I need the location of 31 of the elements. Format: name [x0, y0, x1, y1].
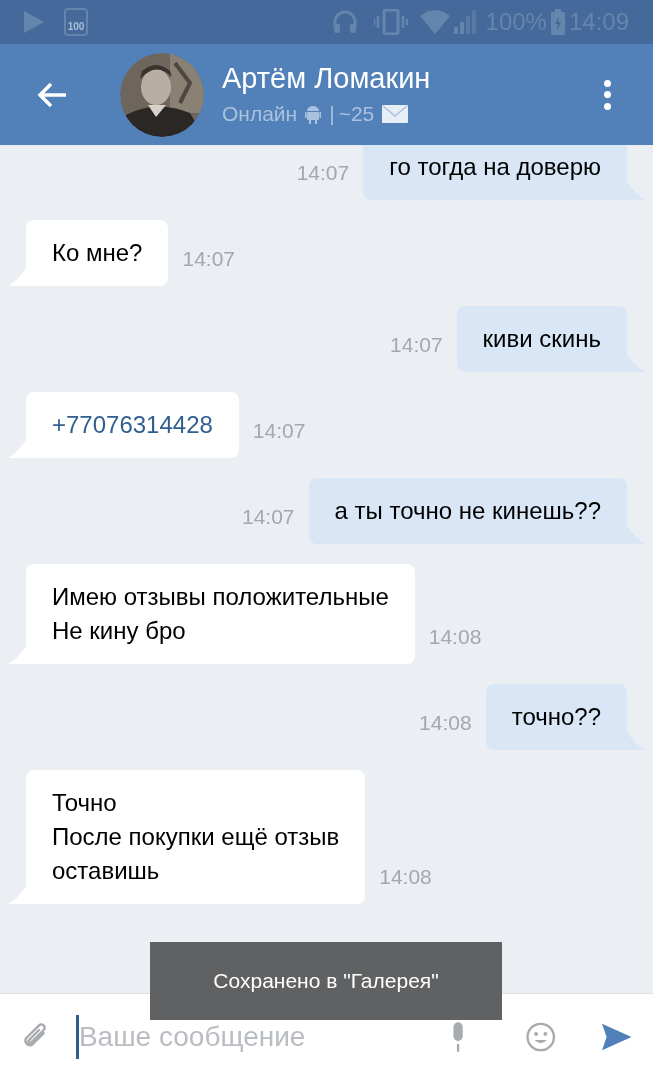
play-icon: [24, 11, 44, 33]
message-text: Точно После покупки ещё отзыв оставишь: [52, 788, 340, 886]
message-time: 14:08: [419, 709, 472, 736]
message-text: точно??: [511, 702, 601, 732]
wifi-icon: [419, 10, 450, 34]
message-text: го тогда на доверю: [389, 152, 601, 182]
message-time: 14:07: [390, 331, 443, 358]
online-status: Онлайн: [222, 100, 298, 127]
badge-text: 100: [67, 22, 85, 32]
signal-icon: [453, 10, 478, 34]
message-input[interactable]: Ваше сообщение: [75, 1015, 440, 1059]
toast-text: Сохранено в "Галерея": [213, 968, 439, 995]
message-time: 14:08: [379, 863, 432, 890]
battery-charging-icon: [550, 9, 565, 35]
vibrate-icon: [373, 9, 408, 35]
headset-icon: [331, 9, 358, 35]
message-text: Ко мне?: [52, 238, 143, 268]
contact-name: Артём Ломакин: [222, 60, 432, 96]
text-cursor: [75, 1015, 79, 1059]
message-text: а ты точно не кинешь??: [334, 496, 601, 526]
message-text: Имею отзывы положительные Не кину бро: [52, 582, 389, 646]
message-count: ~25: [338, 100, 375, 127]
message-time: 14:07: [182, 245, 235, 272]
message-time: 14:07: [296, 159, 350, 186]
android-icon: [305, 103, 322, 124]
message-time: 14:07: [241, 503, 295, 530]
message-time: 14:07: [252, 417, 306, 444]
message-time: 14:08: [428, 623, 482, 650]
separator-text: |: [329, 100, 335, 127]
message-text: киви скинь: [482, 324, 601, 354]
envelope-icon: [382, 104, 409, 123]
